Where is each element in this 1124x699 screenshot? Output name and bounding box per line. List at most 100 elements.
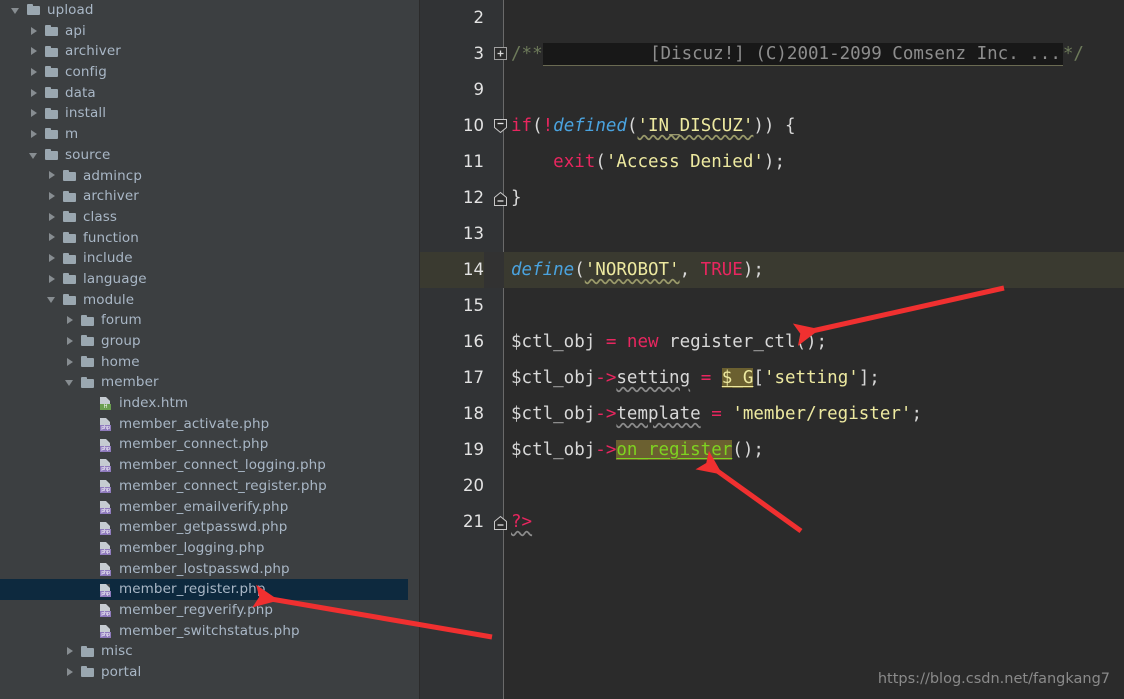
code-token: 'NOROBOT'	[584, 260, 680, 280]
tree-folder-data[interactable]: data	[0, 83, 420, 104]
tree-file-member-emailverify-php[interactable]: php member_emailverify.php	[0, 497, 420, 518]
tree-file-member-connect-register-php[interactable]: php member_connect_register.php	[0, 476, 420, 497]
tree-folder-misc[interactable]: misc	[0, 641, 420, 662]
chevron-down-icon[interactable]	[11, 5, 22, 16]
tree-file-member-register-php[interactable]: php member_register.php	[0, 579, 420, 600]
chevron-right-icon[interactable]	[47, 212, 58, 223]
tree-file-member-connect-php[interactable]: php member_connect.php	[0, 434, 420, 455]
code-text[interactable]: define('NOROBOT', TRUE);	[504, 252, 1124, 288]
sidebar-scrollbar-track[interactable]	[408, 0, 419, 699]
code-line[interactable]: 21 ?>	[420, 504, 1124, 540]
code-line[interactable]: 3 /** [Discuz!] (C)2001-2099 Comsenz Inc.…	[420, 36, 1124, 72]
code-line[interactable]: 20	[420, 468, 1124, 504]
tree-file-member-regverify-php[interactable]: php member_regverify.php	[0, 600, 420, 621]
code-text[interactable]	[504, 0, 1124, 36]
tree-folder-module[interactable]: module	[0, 290, 420, 311]
chevron-right-icon[interactable]	[47, 191, 58, 202]
tree-folder-source[interactable]: source	[0, 145, 420, 166]
code-line[interactable]: 13	[420, 216, 1124, 252]
fold-collapse-icon[interactable]	[493, 514, 508, 530]
chevron-right-icon[interactable]	[29, 46, 40, 57]
tree-file-member-logging-php[interactable]: php member_logging.php	[0, 538, 420, 559]
chevron-down-icon[interactable]	[65, 377, 76, 388]
chevron-right-icon[interactable]	[65, 646, 76, 657]
tree-folder-function[interactable]: function	[0, 228, 420, 249]
code-lines[interactable]: 2 3 /** [Discuz!] (C)2001-2099 Comsenz Inc…	[420, 0, 1124, 540]
chevron-right-icon[interactable]	[29, 108, 40, 119]
code-line[interactable]: 15	[420, 288, 1124, 324]
tree-folder-m[interactable]: m	[0, 124, 420, 145]
tree-item-label: portal	[101, 664, 142, 680]
tree-file-member-getpasswd-php[interactable]: php member_getpasswd.php	[0, 517, 420, 538]
code-line[interactable]: 10 if(!defined('IN_DISCUZ')) {	[420, 108, 1124, 144]
chevron-right-icon[interactable]	[65, 357, 76, 368]
chevron-right-icon[interactable]	[29, 129, 40, 140]
code-text[interactable]	[504, 216, 1124, 252]
tree-folder-language[interactable]: language	[0, 269, 420, 290]
chevron-right-icon[interactable]	[65, 667, 76, 678]
tree-folder-config[interactable]: config	[0, 62, 420, 83]
tree-folder-class[interactable]: class	[0, 207, 420, 228]
chevron-right-icon[interactable]	[65, 336, 76, 347]
tree-item-label: admincp	[83, 167, 142, 184]
tree-folder-install[interactable]: install	[0, 103, 420, 124]
tree-file-member-switchstatus-php[interactable]: php member_switchstatus.php	[0, 621, 420, 642]
code-editor[interactable]: 2 3 /** [Discuz!] (C)2001-2099 Comsenz Inc…	[420, 0, 1124, 699]
code-text[interactable]: /** [Discuz!] (C)2001-2099 Comsenz Inc. …	[504, 36, 1124, 72]
chevron-right-icon[interactable]	[47, 253, 58, 264]
code-line[interactable]: 11 exit('Access Denied');	[420, 144, 1124, 180]
tree-folder-include[interactable]: include	[0, 248, 420, 269]
project-file-tree[interactable]: upload api archiver config data install m sourc…	[0, 0, 420, 699]
code-line[interactable]: 17 $ctl_obj->setting = $_G['setting'];	[420, 360, 1124, 396]
tree-folder-member[interactable]: member	[0, 372, 420, 393]
code-line[interactable]: 16 $ctl_obj = new register_ctl();	[420, 324, 1124, 360]
chevron-right-icon[interactable]	[65, 315, 76, 326]
code-line[interactable]: 19 $ctl_obj->on_register();	[420, 432, 1124, 468]
chevron-right-icon[interactable]	[29, 88, 40, 99]
code-text[interactable]: }	[504, 180, 1124, 216]
fold-collapse-icon[interactable]	[493, 190, 508, 206]
tree-file-member-lostpasswd-php[interactable]: php member_lostpasswd.php	[0, 559, 420, 580]
tree-folder-home[interactable]: home	[0, 352, 420, 373]
code-text[interactable]: ?>	[504, 504, 1124, 540]
line-number: 9	[473, 80, 485, 99]
code-text[interactable]: $ctl_obj = new register_ctl();	[504, 324, 1124, 360]
code-text[interactable]: $ctl_obj->setting = $_G['setting'];	[504, 360, 1124, 396]
code-line[interactable]: 14 define('NOROBOT', TRUE);	[420, 252, 1124, 288]
tree-file-index-htm[interactable]: Hindex.htm	[0, 393, 420, 414]
chevron-right-icon[interactable]	[29, 26, 40, 37]
code-line[interactable]: 12}	[420, 180, 1124, 216]
tree-file-member-connect-logging-php[interactable]: php member_connect_logging.php	[0, 455, 420, 476]
tree-folder-api[interactable]: api	[0, 21, 420, 42]
tree-file-member-activate-php[interactable]: php member_activate.php	[0, 414, 420, 435]
chevron-right-icon[interactable]	[47, 232, 58, 243]
code-text[interactable]: exit('Access Denied');	[504, 144, 1124, 180]
line-number: 14	[420, 252, 484, 288]
code-text[interactable]: $ctl_obj->on_register();	[504, 432, 1124, 468]
chevron-right-icon[interactable]	[29, 67, 40, 78]
code-text[interactable]: $ctl_obj->template = 'member/register';	[504, 396, 1124, 432]
chevron-right-icon[interactable]	[47, 274, 58, 285]
code-text[interactable]	[504, 288, 1124, 324]
tree-folder-upload[interactable]: upload	[0, 0, 420, 21]
tree-folder-admincp[interactable]: admincp	[0, 166, 420, 187]
code-line[interactable]: 2	[420, 0, 1124, 36]
file-tree-list[interactable]: upload api archiver config data install m sourc…	[0, 0, 420, 683]
chevron-down-icon[interactable]	[29, 150, 40, 161]
tree-item-label: member_getpasswd.php	[119, 519, 288, 536]
code-text[interactable]	[504, 468, 1124, 504]
tree-folder-group[interactable]: group	[0, 331, 420, 352]
fold-collapse-icon[interactable]	[493, 118, 508, 134]
tree-folder-archiver[interactable]: archiver	[0, 186, 420, 207]
code-text[interactable]	[504, 72, 1124, 108]
code-line[interactable]: 9	[420, 72, 1124, 108]
tree-folder-portal[interactable]: portal	[0, 662, 420, 683]
tree-folder-archiver[interactable]: archiver	[0, 41, 420, 62]
chevron-right-icon[interactable]	[47, 170, 58, 181]
tree-item-label: index.htm	[119, 395, 189, 412]
code-line[interactable]: 18 $ctl_obj->template = 'member/register'…	[420, 396, 1124, 432]
tree-folder-forum[interactable]: forum	[0, 310, 420, 331]
chevron-down-icon[interactable]	[47, 294, 58, 305]
fold-expand-icon[interactable]	[493, 46, 508, 61]
code-text[interactable]: if(!defined('IN_DISCUZ')) {	[504, 108, 1124, 144]
